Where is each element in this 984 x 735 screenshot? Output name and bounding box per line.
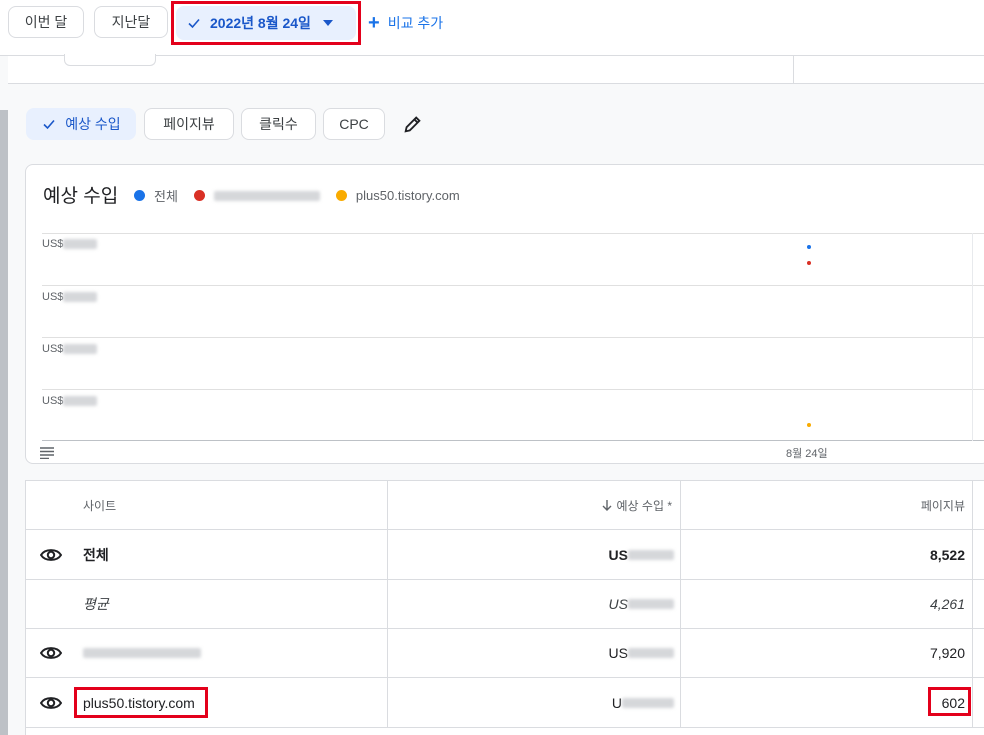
x-axis-label: 8월 24일 [786,448,828,460]
legend-label-total: 전체 [154,189,178,204]
pageviews-value: 7,920 [929,645,965,661]
pageviews-value: 602 [941,694,965,711]
pencil-icon[interactable] [402,113,424,135]
column-divider [972,629,973,677]
legend-dot-blue [134,190,145,201]
gridline [42,389,984,390]
redacted-site-name [213,190,320,201]
legend-item-site2: plus50.tistory.com [335,188,460,203]
header-pageviews[interactable]: 페이지뷰 [681,481,965,529]
y-axis-label: US$ [42,343,98,355]
pageviews-value: 8,522 [929,546,965,563]
gridline [42,285,984,286]
metric-pageviews-chip[interactable]: 페이지뷰 [144,108,234,140]
revenue-value: US [388,629,674,677]
check-icon [43,119,55,130]
y-axis-label: US$ [42,291,98,303]
table-header-row: 사이트 예상 수입 * 페이지뷰 [26,481,984,530]
legend-item-total: 전체 [134,186,178,205]
site-name: 전체 [83,546,109,563]
metric-clicks-chip[interactable]: 클릭수 [241,108,316,140]
data-point-total[interactable] [807,245,811,249]
chart-title: 예상 수입 [43,186,119,207]
table-row: 평균 US 4,261 [26,580,984,629]
header-site[interactable]: 사이트 [83,481,116,529]
column-divider [972,481,973,529]
add-comparison-label: 비교 추가 [387,15,444,31]
metric-revenue-label: 예상 수입 [65,116,121,132]
header-revenue[interactable]: 예상 수입 * [388,481,672,529]
pageviews-value: 4,261 [929,596,965,612]
y-axis-label: US$ [42,238,98,250]
annotation-highlight-date [171,1,361,45]
legend-item-site1 [193,190,320,201]
metric-revenue-chip[interactable]: 예상 수입 [26,108,136,140]
site-name: 평균 [83,596,109,612]
revenue-value: US [388,530,674,579]
redacted-site-name [83,648,201,658]
eye-icon[interactable] [40,645,62,661]
sort-down-arrow-icon [602,500,611,511]
gridline [42,337,984,338]
vertical-gridline [972,233,973,441]
filter-band [8,54,984,84]
header-revenue-label: 예상 수입 * [616,498,673,513]
data-point-site1[interactable] [807,261,811,265]
site-name [83,629,201,677]
legend-dot-yellow [335,190,347,201]
metric-cpc-chip[interactable]: CPC [323,108,385,140]
gridline [42,233,984,234]
filter-dropdown[interactable] [64,54,156,66]
divider [793,56,794,84]
table-row: 전체 US 8,522 [26,530,984,580]
table-row: US 7,920 [26,629,984,678]
column-divider [972,580,973,628]
column-divider [972,530,973,579]
legend-dot-red [193,190,205,201]
column-divider [972,678,973,727]
scroll-strip [0,110,8,735]
chart-card: 예상 수입 전체 plus50.tistory.com US$ US$ US$ … [25,164,984,464]
legend-label-site2: plus50.tistory.com [355,188,460,203]
eye-icon[interactable] [40,695,62,711]
annotation-highlight-pageviews [928,687,971,716]
top-toolbar: 이번 달 지난달 2022년 8월 24일 + 비교 추가 [0,0,984,56]
data-point-site2[interactable] [807,423,811,427]
add-comparison-button[interactable]: + 비교 추가 [368,12,443,34]
chart-legend: 전체 plus50.tistory.com [134,186,476,205]
x-axis-line [42,440,984,441]
menu-icon[interactable] [40,447,54,459]
last-month-button[interactable]: 지난달 [94,6,168,38]
this-month-button[interactable]: 이번 달 [8,6,84,38]
revenue-value: US [388,580,674,628]
y-axis-label: US$ [42,395,98,407]
plus-icon: + [368,12,380,34]
revenue-value: U [388,678,674,727]
annotation-highlight-site [74,687,208,718]
eye-icon[interactable] [40,547,62,563]
